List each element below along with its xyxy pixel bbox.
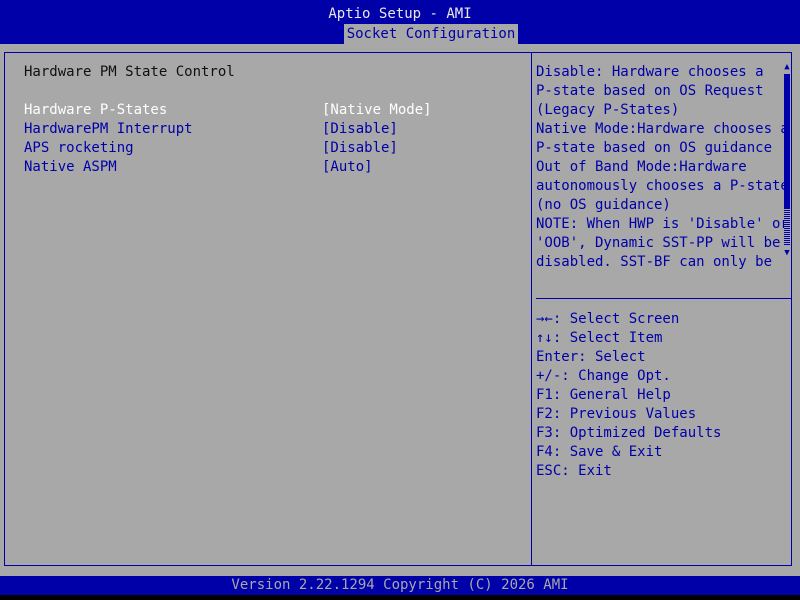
key-select-screen: →←: Select Screen: [536, 311, 680, 327]
option-value[interactable]: [Disable]: [322, 139, 398, 158]
option-label: Hardware P-States: [24, 102, 168, 118]
triangle-down-icon[interactable]: ▼: [782, 247, 792, 259]
option-value[interactable]: [Auto]: [322, 158, 373, 177]
tab-socket-configuration[interactable]: Socket Configuration: [344, 24, 518, 44]
scroll-thumb[interactable]: [784, 74, 790, 208]
key-general-help: F1: General Help: [536, 387, 671, 403]
header-bar: Aptio Setup - AMI Socket Configuration: [0, 0, 800, 44]
triangle-up-icon[interactable]: ▲: [782, 61, 792, 73]
footer: Version 2.22.1294 Copyright (C) 2026 AMI: [0, 576, 800, 600]
key-enter-select: Enter: Select: [536, 349, 646, 365]
key-previous-values: F2: Previous Values: [536, 406, 697, 422]
section-title: Hardware PM State Control: [24, 64, 235, 80]
help-divider: [536, 298, 792, 299]
key-change-opt: +/-: Change Opt.: [536, 368, 671, 384]
option-label: APS rocketing: [24, 140, 134, 156]
option-hardware-p-states[interactable]: Hardware P-States [Native Mode]: [24, 101, 504, 120]
help-scrollbar[interactable]: ▲ ▼: [782, 61, 792, 261]
option-hardwarepm-interrupt[interactable]: HardwarePM Interrupt [Disable]: [24, 120, 504, 139]
help-line: NOTE: When HWP is 'Disable' or: [536, 216, 789, 232]
key-save-exit: F4: Save & Exit: [536, 444, 663, 460]
key-esc-exit: ESC: Exit: [536, 463, 612, 479]
key-legend: →←: Select Screen ↑↓: Select Item Enter:…: [536, 310, 780, 481]
option-label: Native ASPM: [24, 159, 117, 175]
help-line: (no OS guidance): [536, 197, 671, 213]
help-line: disabled. SST-BF can only be: [536, 254, 773, 270]
help-line: Out of Band Mode:Hardware: [536, 159, 747, 175]
help-line: autonomously chooses a P-state: [536, 178, 789, 194]
option-native-aspm[interactable]: Native ASPM [Auto]: [24, 158, 504, 177]
help-line: 'OOB', Dynamic SST-PP will be: [536, 235, 781, 251]
vertical-divider: [531, 52, 532, 566]
help-line: P-state based on OS guidance: [536, 140, 773, 156]
version-footer: Version 2.22.1294 Copyright (C) 2026 AMI: [0, 576, 800, 595]
main-content: Hardware PM State Control Hardware P-Sta…: [0, 44, 800, 576]
key-select-item: ↑↓: Select Item: [536, 330, 663, 346]
option-value[interactable]: [Native Mode]: [322, 101, 432, 120]
help-line: (Legacy P-States): [536, 102, 680, 118]
help-line: Disable: Hardware chooses a: [536, 64, 764, 80]
help-line: Native Mode:Hardware chooses a: [536, 121, 789, 137]
help-line: P-state based on OS Request: [536, 83, 764, 99]
help-panel: Disable: Hardware chooses a P-state base…: [536, 63, 789, 272]
key-optimized-defaults: F3: Optimized Defaults: [536, 425, 722, 441]
app-title: Aptio Setup - AMI: [328, 6, 472, 22]
option-value[interactable]: [Disable]: [322, 120, 398, 139]
option-label: HardwarePM Interrupt: [24, 121, 193, 137]
option-aps-rocketing[interactable]: APS rocketing [Disable]: [24, 139, 504, 158]
